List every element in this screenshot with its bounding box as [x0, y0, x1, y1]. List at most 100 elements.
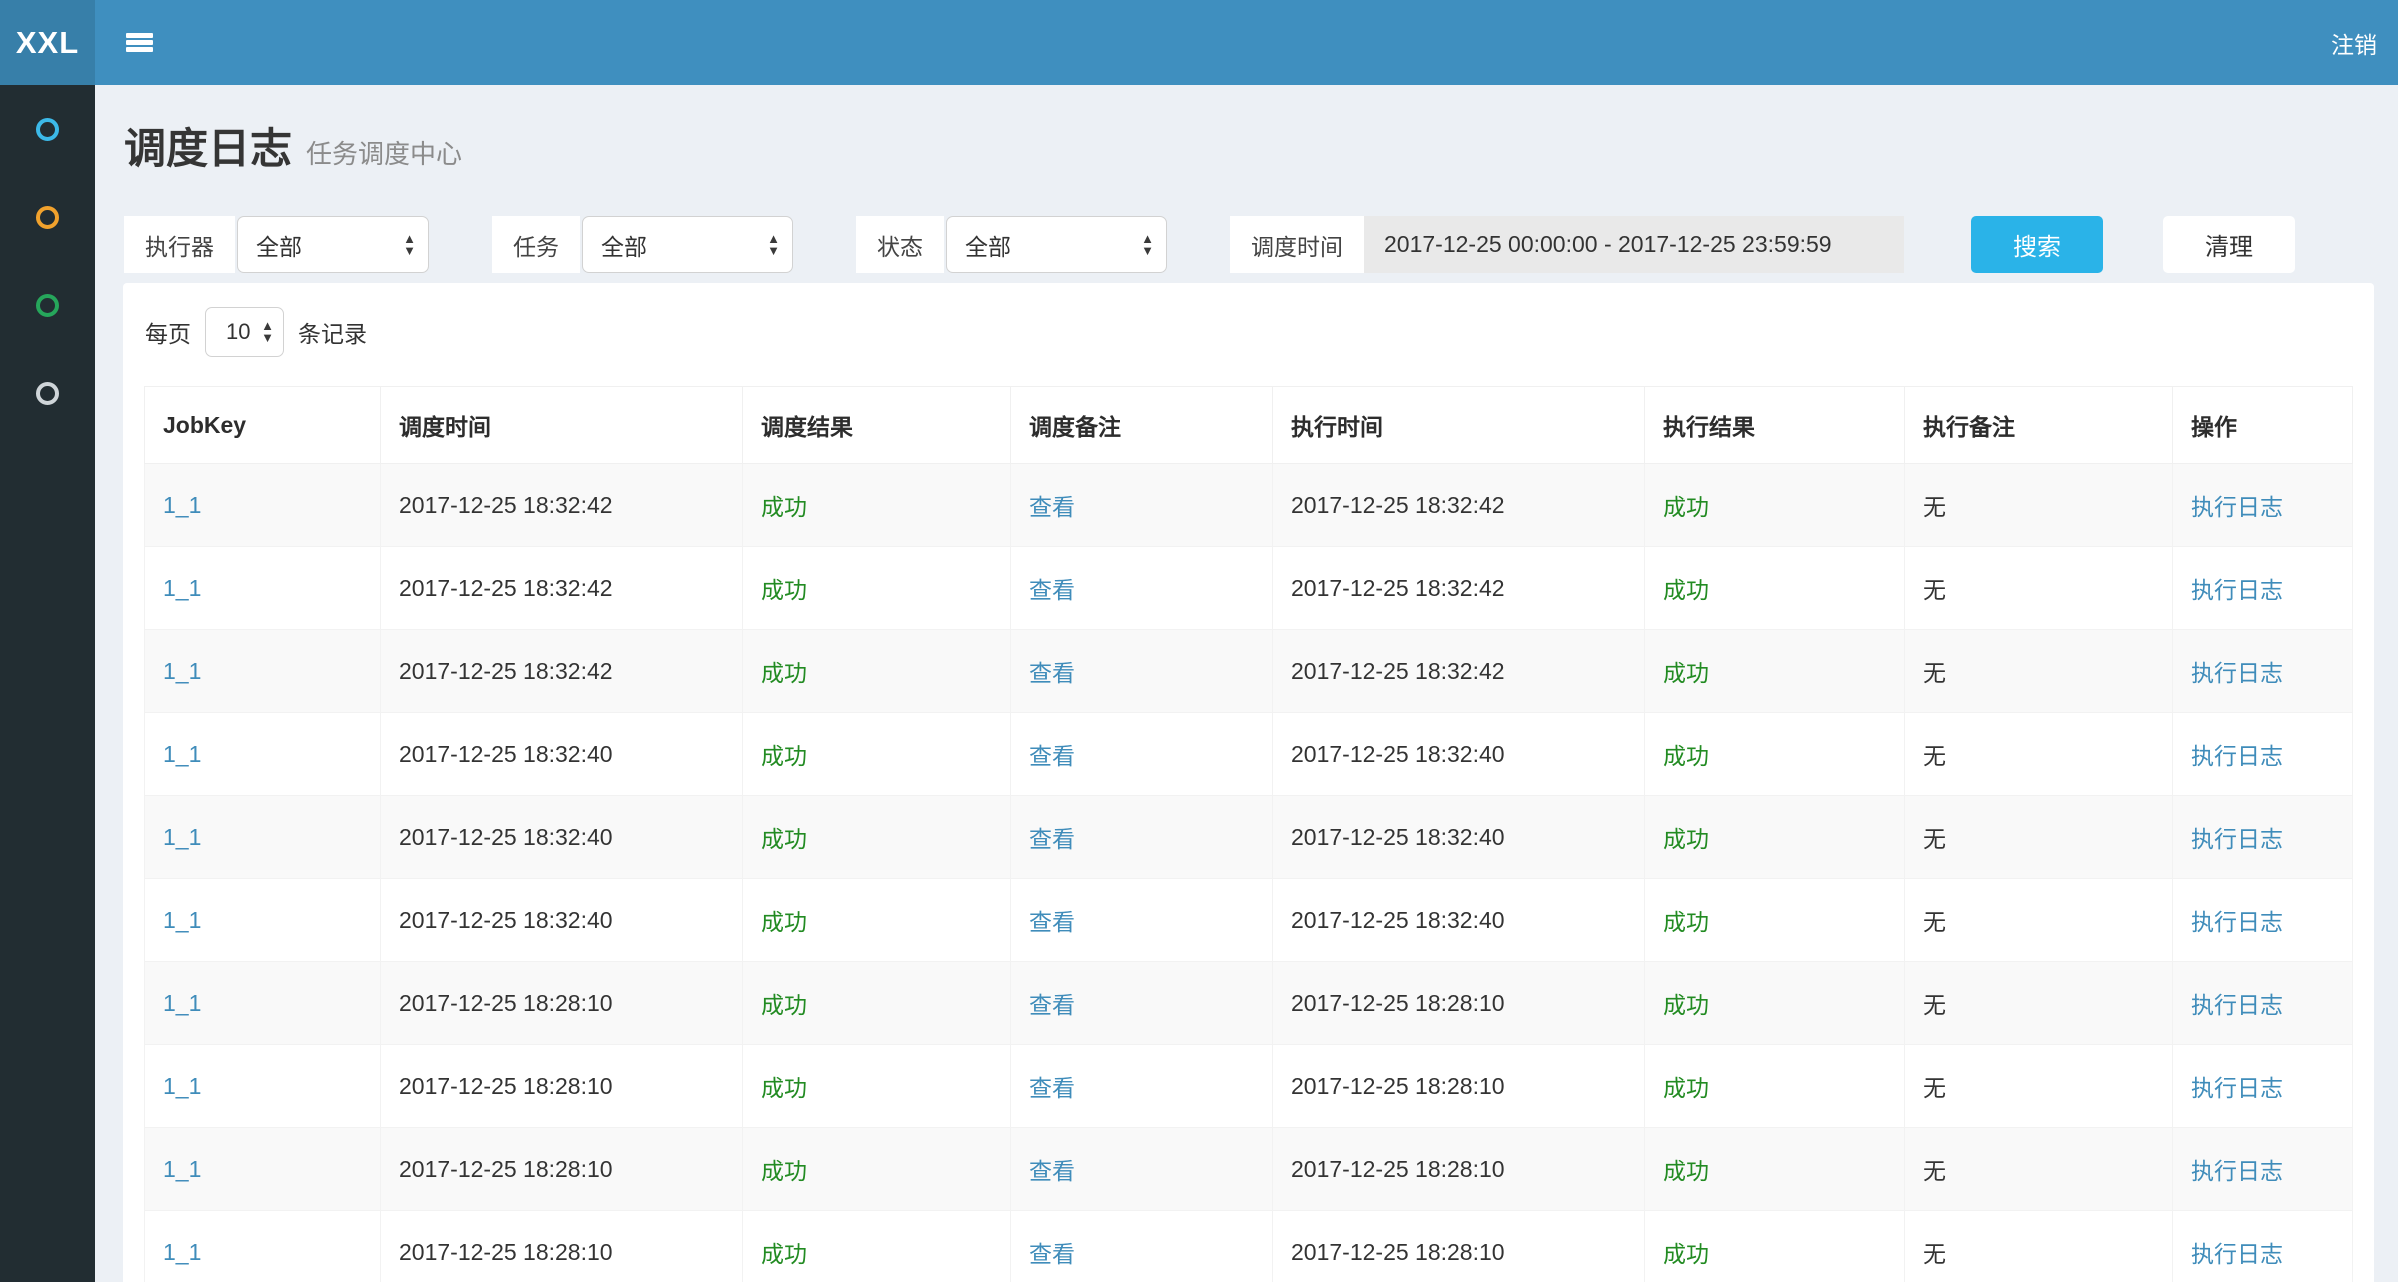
executor-select-value: 全部 [256, 228, 302, 262]
trigger-msg-link[interactable]: 查看 [1029, 743, 1075, 769]
trigger-time-range-input[interactable]: 2017-12-25 00:00:00 - 2017-12-25 23:59:5… [1364, 216, 1904, 273]
job-select[interactable]: 全部 ▲▼ [582, 216, 793, 273]
execute-log-link[interactable]: 执行日志 [2191, 1158, 2283, 1184]
handle-time-cell: 2017-12-25 18:28:10 [1273, 962, 1645, 1045]
page-size-suffix: 条记录 [298, 315, 367, 349]
page-size-row: 每页 10 ▲▼ 条记录 [123, 283, 2374, 357]
trigger-time-cell: 2017-12-25 18:28:10 [381, 962, 743, 1045]
handle-time-cell: 2017-12-25 18:32:40 [1273, 879, 1645, 962]
execute-log-link[interactable]: 执行日志 [2191, 992, 2283, 1018]
handle-time-cell: 2017-12-25 18:28:10 [1273, 1211, 1645, 1282]
table-row: 1_1 2017-12-25 18:32:42 成功 查看 2017-12-25… [145, 464, 2353, 547]
execute-log-link[interactable]: 执行日志 [2191, 1241, 2283, 1267]
trigger-msg-link[interactable]: 查看 [1029, 909, 1075, 935]
handle-time-cell: 2017-12-25 18:32:42 [1273, 630, 1645, 713]
table-row: 1_1 2017-12-25 18:28:10 成功 查看 2017-12-25… [145, 1045, 2353, 1128]
trigger-msg-link[interactable]: 查看 [1029, 577, 1075, 603]
table-row: 1_1 2017-12-25 18:32:40 成功 查看 2017-12-25… [145, 796, 2353, 879]
clear-button[interactable]: 清理 [2163, 216, 2295, 273]
execute-log-link[interactable]: 执行日志 [2191, 660, 2283, 686]
jobkey-link[interactable]: 1_1 [163, 575, 201, 601]
content-header: 调度日志任务调度中心 [95, 85, 2398, 176]
col-trigger-time: 调度时间 [381, 387, 743, 464]
logout-button[interactable]: 注销 [2331, 26, 2377, 60]
status-filter-label: 状态 [856, 216, 944, 273]
hamburger-icon[interactable] [126, 33, 153, 52]
page-title: 调度日志 [124, 125, 292, 172]
handle-msg-cell: 无 [1905, 879, 2173, 962]
log-table: JobKey 调度时间 调度结果 调度备注 执行时间 执行结果 执行备注 操作 … [144, 386, 2353, 1282]
handle-time-cell: 2017-12-25 18:32:40 [1273, 713, 1645, 796]
jobkey-link[interactable]: 1_1 [163, 990, 201, 1016]
col-handle-time: 执行时间 [1273, 387, 1645, 464]
jobkey-link[interactable]: 1_1 [163, 741, 201, 767]
col-handle-result: 执行结果 [1645, 387, 1905, 464]
trigger-time-filter-label: 调度时间 [1230, 216, 1364, 273]
status-select[interactable]: 全部 ▲▼ [946, 216, 1167, 273]
trigger-msg-link[interactable]: 查看 [1029, 1241, 1075, 1267]
log-table-body: 1_1 2017-12-25 18:32:42 成功 查看 2017-12-25… [145, 464, 2353, 1282]
execute-log-link[interactable]: 执行日志 [2191, 909, 2283, 935]
handle-result-text: 成功 [1663, 1241, 1709, 1267]
handle-msg-cell: 无 [1905, 464, 2173, 547]
col-jobkey: JobKey [145, 387, 381, 464]
trigger-msg-link[interactable]: 查看 [1029, 660, 1075, 686]
status-filter-group: 状态 全部 ▲▼ [856, 216, 1167, 273]
execute-log-link[interactable]: 执行日志 [2191, 743, 2283, 769]
handle-msg-cell: 无 [1905, 630, 2173, 713]
trigger-time-cell: 2017-12-25 18:28:10 [381, 1128, 743, 1211]
table-row: 1_1 2017-12-25 18:32:40 成功 查看 2017-12-25… [145, 713, 2353, 796]
execute-log-link[interactable]: 执行日志 [2191, 494, 2283, 520]
execute-log-link[interactable]: 执行日志 [2191, 826, 2283, 852]
col-trigger-result: 调度结果 [743, 387, 1011, 464]
job-filter-group: 任务 全部 ▲▼ [492, 216, 793, 273]
trigger-msg-link[interactable]: 查看 [1029, 1158, 1075, 1184]
circle-job-log-icon [36, 294, 59, 317]
page-size-select[interactable]: 10 ▲▼ [205, 307, 284, 357]
trigger-msg-link[interactable]: 查看 [1029, 494, 1075, 520]
search-button[interactable]: 搜索 [1971, 216, 2103, 273]
table-row: 1_1 2017-12-25 18:32:42 成功 查看 2017-12-25… [145, 630, 2353, 713]
trigger-result-text: 成功 [761, 992, 807, 1018]
trigger-time-cell: 2017-12-25 18:32:42 [381, 464, 743, 547]
execute-log-link[interactable]: 执行日志 [2191, 577, 2283, 603]
trigger-result-text: 成功 [761, 577, 807, 603]
log-panel: 每页 10 ▲▼ 条记录 JobKey 调度时间 调度结果 调度备注 执行时间 … [123, 283, 2374, 1282]
trigger-msg-link[interactable]: 查看 [1029, 992, 1075, 1018]
execute-log-link[interactable]: 执行日志 [2191, 1075, 2283, 1101]
executor-select[interactable]: 全部 ▲▼ [237, 216, 429, 273]
select-arrows-icon: ▲▼ [767, 233, 780, 257]
trigger-msg-link[interactable]: 查看 [1029, 1075, 1075, 1101]
handle-result-text: 成功 [1663, 909, 1709, 935]
handle-result-text: 成功 [1663, 1158, 1709, 1184]
trigger-result-text: 成功 [761, 743, 807, 769]
sidebar-item-dashboard[interactable] [0, 85, 95, 173]
trigger-msg-link[interactable]: 查看 [1029, 826, 1075, 852]
filter-row: 执行器 全部 ▲▼ 任务 全部 ▲▼ 状态 全部 ▲▼ 调度时间 2017-12… [95, 216, 2398, 273]
main-content: 调度日志任务调度中心 执行器 全部 ▲▼ 任务 全部 ▲▼ 状态 全部 ▲▼ 调… [95, 85, 2398, 1282]
jobkey-link[interactable]: 1_1 [163, 1073, 201, 1099]
table-header-row: JobKey 调度时间 调度结果 调度备注 执行时间 执行结果 执行备注 操作 [145, 387, 2353, 464]
jobkey-link[interactable]: 1_1 [163, 824, 201, 850]
handle-result-text: 成功 [1663, 826, 1709, 852]
trigger-time-cell: 2017-12-25 18:32:42 [381, 547, 743, 630]
trigger-time-cell: 2017-12-25 18:32:40 [381, 713, 743, 796]
handle-msg-cell: 无 [1905, 713, 2173, 796]
handle-msg-cell: 无 [1905, 1211, 2173, 1282]
jobkey-link[interactable]: 1_1 [163, 907, 201, 933]
table-row: 1_1 2017-12-25 18:32:40 成功 查看 2017-12-25… [145, 879, 2353, 962]
jobkey-link[interactable]: 1_1 [163, 492, 201, 518]
brand-logo[interactable]: XXL [0, 0, 95, 85]
jobkey-link[interactable]: 1_1 [163, 1239, 201, 1265]
handle-result-text: 成功 [1663, 992, 1709, 1018]
jobkey-link[interactable]: 1_1 [163, 1156, 201, 1182]
trigger-time-cell: 2017-12-25 18:28:10 [381, 1211, 743, 1282]
sidebar-item-executor-manage[interactable] [0, 349, 95, 437]
jobkey-link[interactable]: 1_1 [163, 658, 201, 684]
status-select-value: 全部 [965, 228, 1011, 262]
job-filter-label: 任务 [492, 216, 580, 273]
sidebar-item-job-log[interactable] [0, 261, 95, 349]
sidebar-item-job-manage[interactable] [0, 173, 95, 261]
circle-executor-manage-icon [36, 382, 59, 405]
trigger-time-cell: 2017-12-25 18:28:10 [381, 1045, 743, 1128]
